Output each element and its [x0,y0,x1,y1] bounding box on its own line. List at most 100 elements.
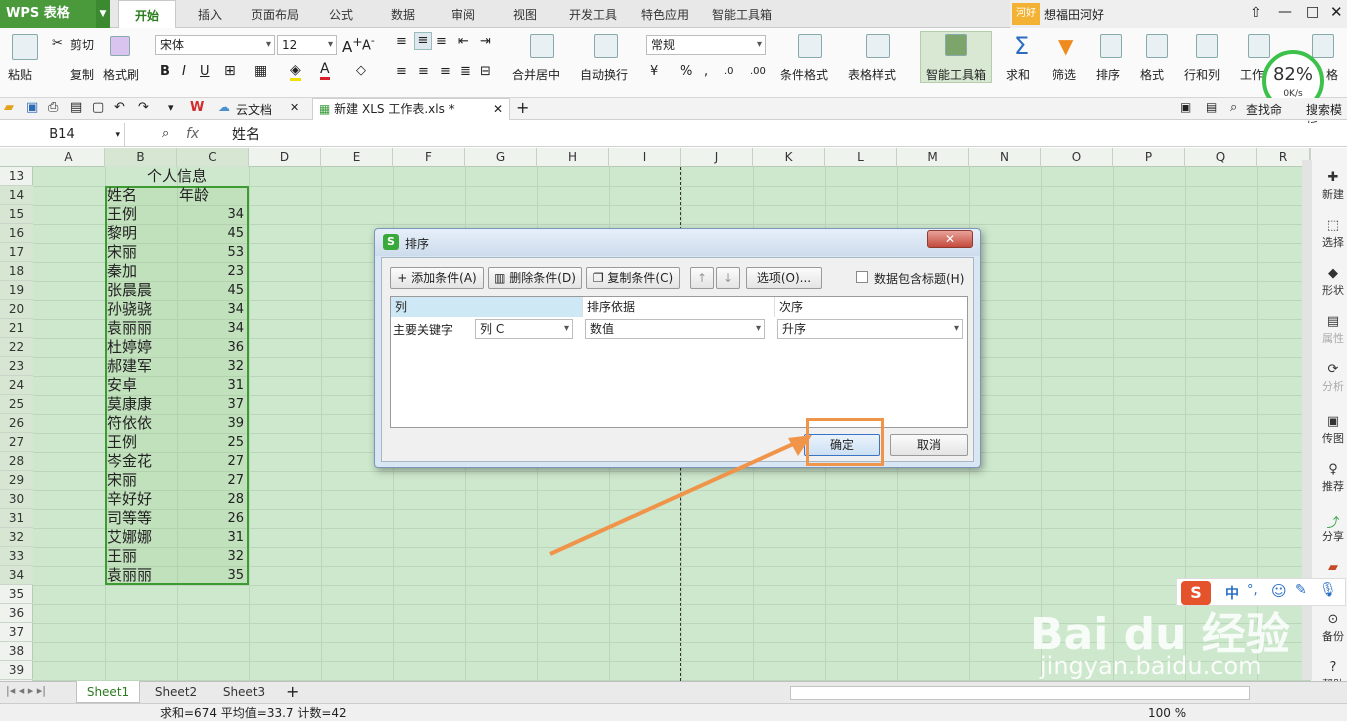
row-header[interactable]: 22 [0,338,33,357]
cell-age[interactable]: 27 [177,471,247,490]
row-header[interactable]: 18 [0,262,33,281]
zoom-search-icon[interactable]: ⌕ [162,126,169,141]
row-header[interactable]: 24 [0,376,33,395]
fill-color-icon[interactable]: ◈ [290,62,301,81]
tab-insert[interactable]: 插入 [186,0,234,28]
paste-button[interactable]: 粘贴 [8,66,32,83]
font-size-select[interactable]: 12 [277,35,337,55]
cell-name[interactable]: 王例 [105,205,177,224]
pen-icon[interactable]: ✎ [1295,582,1307,598]
row-header[interactable]: 30 [0,490,33,509]
cell-name[interactable]: 郝建军 [105,357,177,376]
italic-icon[interactable]: I [182,64,186,79]
tab-page-layout[interactable]: 页面布局 [244,0,306,28]
header-checkbox[interactable] [856,271,868,283]
zoom-level[interactable]: 100 % [1148,704,1186,722]
sheet-tab-3[interactable]: Sheet3 [212,681,276,703]
row-header[interactable]: 36 [0,604,33,623]
side-panel-item[interactable]: 选择 [1318,234,1347,250]
cell-age[interactable]: 34 [177,205,247,224]
sum-button[interactable]: 求和 [1006,66,1030,83]
key-column-select[interactable]: 列 C [475,319,573,339]
table-style-button[interactable]: 表格样式 [848,66,896,83]
column-header[interactable]: F [393,148,465,167]
align-center-icon[interactable]: ≡ [418,64,429,79]
cell-age[interactable]: 23 [177,262,247,281]
tab-data[interactable]: 数据 [380,0,426,28]
align-left-icon[interactable]: ≡ [396,64,407,79]
side-panel-icon[interactable]: ▤ [1318,314,1347,329]
column-header[interactable]: C [177,148,249,167]
cell-age[interactable]: 45 [177,224,247,243]
increase-font-icon[interactable]: A+ [342,34,363,56]
cell-name[interactable]: 岑金花 [105,452,177,471]
side-panel-item[interactable]: 备份 [1318,628,1347,644]
column-header[interactable]: H [537,148,609,167]
column-header[interactable]: P [1113,148,1185,167]
save-icon[interactable]: ▣ [26,100,38,115]
header-name[interactable]: 姓名 [105,186,177,205]
cell-name[interactable]: 莫康康 [105,395,177,414]
cell-age[interactable]: 31 [177,376,247,395]
side-panel-icon[interactable]: ♀ [1318,462,1347,477]
cell-name[interactable]: 艾娜娜 [105,528,177,547]
customize-icon[interactable]: ▾ [168,101,174,114]
move-down-button[interactable]: ↓ [716,267,740,289]
grid-button[interactable]: 格 [1326,66,1338,83]
wrap-text-button[interactable]: 自动换行 [580,66,628,83]
decrease-decimal-icon[interactable]: .00 [750,66,766,77]
conditional-format-button[interactable]: 条件格式 [780,66,828,83]
tab-features[interactable]: 特色应用 [634,0,696,28]
cell-age[interactable]: 39 [177,414,247,433]
decrease-font-icon[interactable]: A- [362,34,375,53]
column-header[interactable]: L [825,148,897,167]
side-panel-item[interactable]: 传图 [1318,430,1347,446]
close-icon[interactable]: ✕ [1330,3,1343,21]
add-sheet-icon[interactable]: + [286,682,299,701]
skin-icon[interactable]: ▣ [1180,100,1191,114]
font-family-select[interactable]: 宋体 [155,35,275,55]
merge-center-icon[interactable] [530,34,554,58]
column-header[interactable]: O [1041,148,1113,167]
currency-icon[interactable]: ¥ [650,64,658,79]
cell-age[interactable]: 36 [177,338,247,357]
table-style-icon[interactable] [866,34,890,58]
side-panel-item[interactable]: 分享 [1318,528,1347,544]
format-painter-button[interactable]: 格式刷 [103,66,139,83]
sort-icon[interactable] [1100,34,1122,58]
filter-icon[interactable]: ▼ [1058,34,1073,58]
column-header[interactable]: G [465,148,537,167]
layout-icon[interactable]: ▤ [1206,100,1217,114]
open-folder-icon[interactable]: ▰ [4,100,14,115]
format-button[interactable]: 格式 [1140,66,1164,83]
cell-age[interactable]: 45 [177,281,247,300]
export-icon[interactable]: ▢ [92,100,104,115]
sort-button[interactable]: 排序 [1096,66,1120,83]
row-header[interactable]: 31 [0,509,33,528]
align-right-icon[interactable]: ≡ [440,64,451,79]
number-format-select[interactable]: 常规 [646,35,766,55]
cell-age[interactable]: 31 [177,528,247,547]
side-panel-icon[interactable]: ▣ [1318,414,1347,429]
options-button[interactable]: 选项(O)... [746,267,822,289]
tab-smart-tools[interactable]: 智能工具箱 [706,0,778,28]
cell-name[interactable]: 宋丽 [105,471,177,490]
row-header[interactable]: 33 [0,547,33,566]
worksheet-icon[interactable] [1248,34,1270,58]
cell-age[interactable]: 53 [177,243,247,262]
row-header[interactable]: 25 [0,395,33,414]
column-header[interactable]: Q [1185,148,1257,167]
side-panel-icon[interactable]: ⟳ [1318,362,1347,377]
cell-name[interactable]: 袁丽丽 [105,319,177,338]
maximize-icon[interactable]: □ [1306,4,1319,20]
undo-icon[interactable]: ↶ [114,100,125,115]
table-title[interactable]: 个人信息 [105,167,249,186]
cell-name[interactable]: 王丽 [105,547,177,566]
copy-condition-button[interactable]: ❐ 复制条件(C) [586,267,680,289]
format-painter-icon[interactable] [110,36,130,56]
formula-input[interactable]: 姓名 [226,125,1326,145]
column-header[interactable]: D [249,148,321,167]
copy-button[interactable]: 复制 [70,66,94,83]
wps-logo-icon[interactable]: W [190,100,204,115]
cell-age[interactable]: 25 [177,433,247,452]
